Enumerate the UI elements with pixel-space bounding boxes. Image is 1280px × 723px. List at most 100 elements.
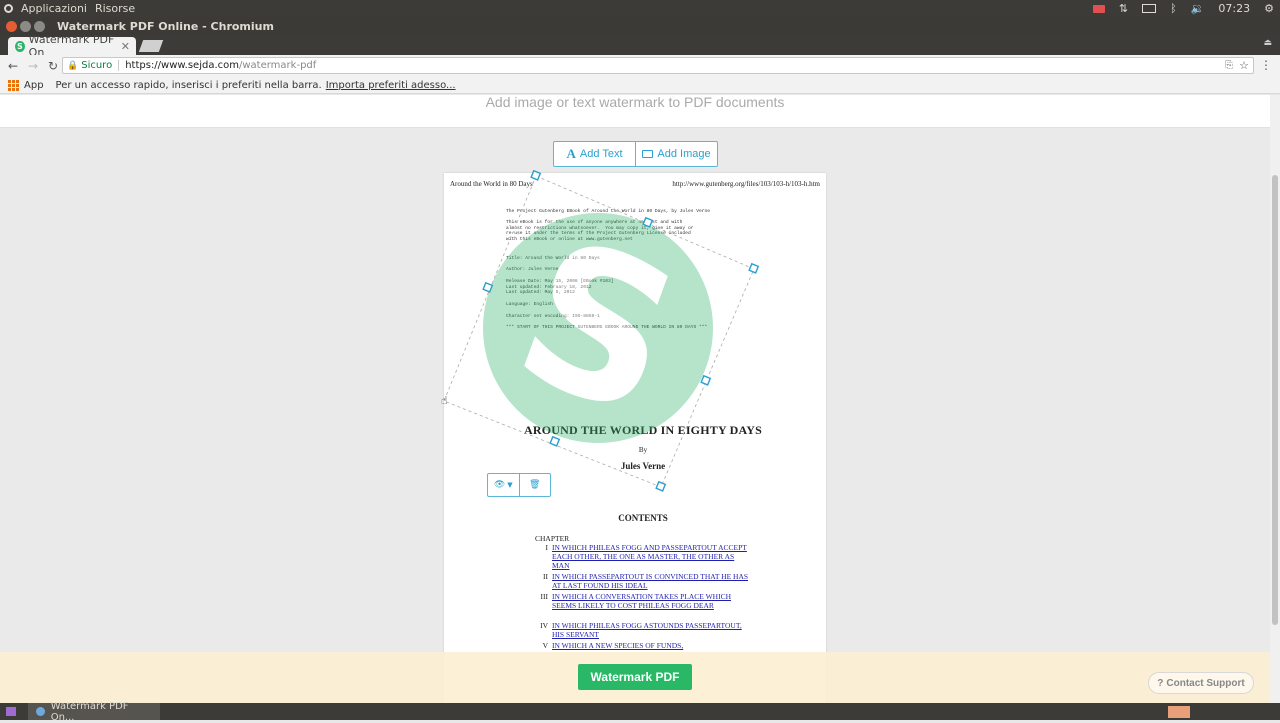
toc-link[interactable]: IN WHICH PHILEAS FOGG AND PASSEPARTOUT A… <box>552 543 752 570</box>
add-image-button[interactable]: Add Image <box>635 142 717 166</box>
clock[interactable]: 07:23 <box>1218 2 1250 15</box>
forward-arrow-icon[interactable]: → <box>24 59 42 73</box>
import-bookmarks-link[interactable]: Importa preferiti adesso... <box>326 80 456 91</box>
os-top-panel: Applicazioni Risorse ⇅ ᛒ 🔉 07:23 ⚙ <box>0 0 1280 17</box>
toc-item: II IN WHICH PASSEPARTOUT IS CONVINCED TH… <box>543 572 752 590</box>
toc-number: IV <box>540 621 548 630</box>
menu-applicazioni[interactable]: Applicazioni <box>21 2 87 15</box>
url-host: https://www.sejda.com <box>125 60 239 71</box>
secure-label: Sicuro <box>81 60 120 71</box>
address-bar[interactable]: 🔒 Sicuro https://www.sejda.com/watermark… <box>62 57 1254 74</box>
bookmark-star-icon[interactable]: ☆ <box>1239 59 1249 72</box>
text-a-icon: A <box>566 146 576 161</box>
page-subtitle: Add image or text watermark to PDF docum… <box>485 95 785 110</box>
maximize-window-button[interactable] <box>34 20 45 32</box>
window-title: Watermark PDF Online - Chromium <box>57 19 274 33</box>
trash-icon: 🗑 <box>529 480 541 490</box>
pdf-mono-line: Release Date: May 15, 2008 [EBook #103] … <box>506 279 614 296</box>
tab-strip: S Watermark PDF On ✕ ⏏ <box>0 33 1280 59</box>
watermark-pdf-button[interactable]: Watermark PDF <box>578 664 692 690</box>
bluetooth-icon[interactable]: ᛒ <box>1170 2 1177 15</box>
add-image-label: Add Image <box>657 148 711 160</box>
apps-grid-icon[interactable] <box>8 79 19 91</box>
toc-number: III <box>540 592 549 601</box>
pdf-mono-line: Character set encoding: ISO-8859-1 <box>506 314 600 319</box>
toc-link[interactable]: IN WHICH A NEW SPECIES OF FUNDS, <box>552 641 752 650</box>
watermark-toolbar: 👁 ▼ 🗑 <box>487 473 551 497</box>
tab-watermark-pdf[interactable]: S Watermark PDF On ✕ <box>8 33 136 59</box>
toc-item: V IN WHICH A NEW SPECIES OF FUNDS, <box>543 641 752 650</box>
tray-chromium-icon[interactable] <box>1168 706 1190 718</box>
scroll-thumb[interactable] <box>1272 175 1278 625</box>
close-window-button[interactable] <box>6 20 17 32</box>
network-icon[interactable]: ⇅ <box>1119 2 1128 15</box>
os-taskbar: Watermark PDF On... <box>0 700 1280 723</box>
taskbar-item-chromium[interactable]: Watermark PDF On... <box>28 700 160 723</box>
pdf-by: By <box>638 446 648 454</box>
pdf-mono-line: Language: English <box>506 302 553 307</box>
toc-item: III IN WHICH A CONVERSATION TAKES PLACE … <box>541 592 752 610</box>
toc-number: II <box>543 572 548 581</box>
pdf-mono-line: Author: Jules Verne <box>506 267 559 272</box>
delete-watermark-button[interactable]: 🗑 <box>518 474 551 496</box>
toc-item: IV IN WHICH PHILEAS FOGG ASTOUNDS PASSEP… <box>540 621 752 639</box>
menu-risorse[interactable]: Risorse <box>95 2 135 15</box>
bottom-action-bar: Watermark PDF ? Contact Support <box>0 652 1270 703</box>
reload-icon[interactable]: ↻ <box>44 59 62 73</box>
pdf-mono-line: *** START OF THIS PROJECT GUTENBERG EBOO… <box>506 325 708 330</box>
hand-cursor-icon: ☝ <box>441 394 448 407</box>
eye-icon: 👁 <box>493 480 506 490</box>
keyboard-icon[interactable] <box>1142 4 1157 13</box>
toc-link[interactable]: IN WHICH A CONVERSATION TAKES PLACE WHIC… <box>552 592 752 610</box>
camera-icon[interactable] <box>1092 4 1105 13</box>
image-icon <box>642 150 654 158</box>
contact-support-button[interactable]: ? Contact Support <box>1148 672 1254 694</box>
pdf-author: Jules Verne <box>620 461 666 471</box>
translate-icon[interactable]: ⎘ <box>1225 60 1233 71</box>
menu-kebab-icon[interactable]: ⋮ <box>1260 58 1272 72</box>
bookmarks-hint: Per un accesso rapido, inserisci i prefe… <box>55 79 322 91</box>
toc-link[interactable]: IN WHICH PHILEAS FOGG ASTOUNDS PASSEPART… <box>552 621 752 639</box>
volume-icon[interactable]: 🔉 <box>1191 2 1205 15</box>
new-tab-button[interactable] <box>138 40 164 52</box>
pdf-page-preview[interactable]: Around the World in 80 Days http://www.g… <box>444 173 826 703</box>
page-header: Add image or text watermark to PDF docum… <box>0 95 1270 128</box>
add-text-button[interactable]: A Add Text <box>554 142 635 166</box>
opacity-dropdown-button[interactable]: 👁 ▼ <box>488 474 519 496</box>
gear-icon[interactable]: ⚙ <box>1264 2 1274 15</box>
add-text-label: Add Text <box>579 148 623 160</box>
taskbar-item-label: Watermark PDF On... <box>50 700 129 723</box>
profile-icon[interactable]: ⏏ <box>1263 38 1272 48</box>
page-scrollbar[interactable] <box>1270 95 1280 703</box>
toc-link[interactable]: IN WHICH PASSEPARTOUT IS CONVINCED THAT … <box>552 572 752 590</box>
window-titlebar: Watermark PDF Online - Chromium <box>0 17 1280 35</box>
show-desktop-icon[interactable] <box>6 707 16 716</box>
pdf-book-title: AROUND THE WORLD IN EIGHTY DAYS <box>524 423 762 437</box>
chromium-icon <box>36 707 45 716</box>
pdf-mono-line: Title: Around the World in 80 Days <box>506 256 600 261</box>
question-icon: ? <box>1157 677 1164 689</box>
ubuntu-logo-icon[interactable] <box>4 4 13 13</box>
minimize-window-button[interactable] <box>20 20 31 32</box>
pdf-header-right: http://www.gutenberg.org/files/103/103-h… <box>672 180 820 188</box>
url-path: /watermark-pdf <box>239 60 317 71</box>
pdf-mono-line: This eBook is for the use of anyone anyw… <box>506 220 694 242</box>
pdf-contents-heading: CONTENTS <box>618 513 668 523</box>
pdf-mono-line: The Project Gutenberg EBook of Around th… <box>506 209 710 214</box>
apps-shortcut[interactable]: App <box>24 80 44 91</box>
pdf-chapter-label: CHAPTER <box>535 534 570 543</box>
toc-number: I <box>545 543 549 552</box>
lock-icon: 🔒 <box>67 60 79 71</box>
browser-toolbar: ← → ↻ 🔒 Sicuro https://www.sejda.com/wat… <box>0 55 1280 77</box>
contact-support-label: Contact Support <box>1166 677 1245 689</box>
caret-down-icon: ▼ <box>507 481 513 489</box>
bookmarks-bar: App Per un accesso rapido, inserisci i p… <box>0 77 1280 94</box>
add-watermark-button-group: A Add Text Add Image <box>553 141 718 167</box>
back-arrow-icon[interactable]: ← <box>4 59 22 73</box>
sejda-favicon-icon: S <box>15 40 25 52</box>
toc-number: V <box>542 641 548 650</box>
page-content: Add image or text watermark to PDF docum… <box>0 95 1270 703</box>
pdf-header-left: Around the World in 80 Days <box>450 180 533 188</box>
tab-close-icon[interactable]: ✕ <box>121 40 130 53</box>
toc-item: I IN WHICH PHILEAS FOGG AND PASSEPARTOUT… <box>546 543 752 570</box>
